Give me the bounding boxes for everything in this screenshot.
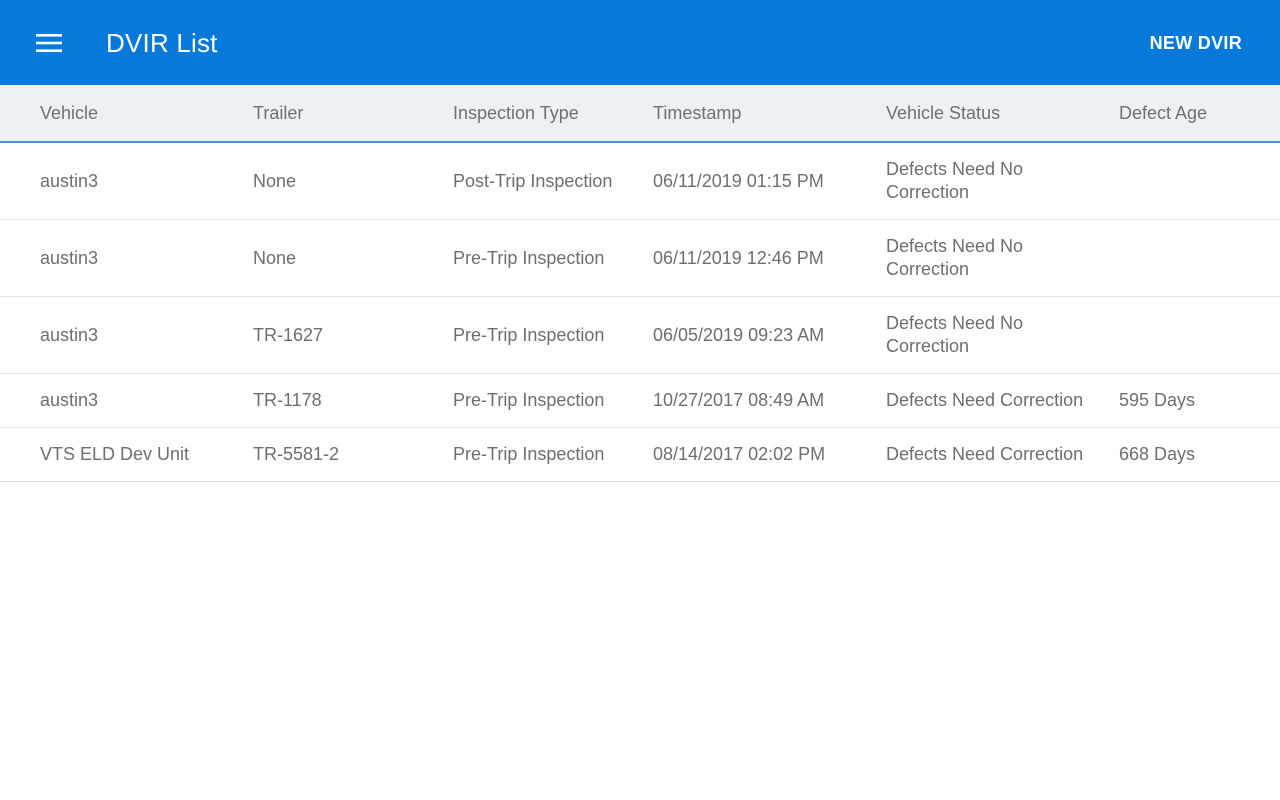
cell-inspection-type: Pre-Trip Inspection [453, 247, 605, 268]
cell-timestamp: 10/27/2017 08:49 AM [653, 390, 825, 410]
cell-trailer: TR-1178 [253, 390, 322, 410]
cell-trailer: None [253, 170, 297, 191]
cell-vehicle: austin3 [40, 170, 99, 191]
cell-trailer: TR-5581-2 [253, 444, 340, 464]
table-row[interactable]: austin3 None Post-Trip Inspection 06/11/… [0, 143, 1280, 220]
cell-vehicle: VTS ELD Dev Unit [40, 444, 190, 464]
cell-vehicle: austin3 [40, 324, 99, 345]
cell-timestamp: 06/11/2019 12:46 PM [653, 247, 824, 268]
cell-timestamp: 06/05/2019 09:23 AM [653, 324, 825, 345]
cell-inspection-type: Pre-Trip Inspection [453, 390, 605, 410]
table-row[interactable]: austin3 TR-1627 Pre-Trip Inspection 06/0… [0, 297, 1280, 374]
cell-vehicle: austin3 [40, 390, 99, 410]
cell-vehicle: austin3 [40, 247, 99, 268]
table-row[interactable]: VTS ELD Dev Unit TR-5581-2 Pre-Trip Insp… [0, 428, 1280, 482]
column-header-trailer[interactable]: Trailer [253, 85, 443, 141]
cell-vehicle-status: Defects Need No Correction [886, 236, 1024, 279]
cell-timestamp: 06/11/2019 01:15 PM [653, 170, 824, 191]
cell-vehicle-status: Defects Need No Correction [886, 159, 1024, 202]
page-title: DVIR List [106, 28, 218, 58]
column-header-vehicle[interactable]: Vehicle [40, 85, 240, 141]
cell-trailer: TR-1627 [253, 324, 324, 345]
column-header-vehicle-status[interactable]: Vehicle Status [886, 85, 1111, 141]
table-row[interactable]: austin3 None Pre-Trip Inspection 06/11/2… [0, 220, 1280, 297]
dvir-table: Vehicle Trailer Inspection Type Timestam… [0, 85, 1280, 482]
cell-inspection-type: Pre-Trip Inspection [453, 444, 605, 464]
cell-inspection-type: Post-Trip Inspection [453, 170, 613, 191]
app-bar: DVIR List NEW DVIR [0, 0, 1280, 85]
cell-vehicle-status: Defects Need Correction [886, 444, 1084, 464]
cell-defect-age [1119, 220, 1269, 296]
table-header: Vehicle Trailer Inspection Type Timestam… [0, 85, 1280, 143]
table-row[interactable]: austin3 TR-1178 Pre-Trip Inspection 10/2… [0, 374, 1280, 428]
column-header-inspection-type[interactable]: Inspection Type [453, 85, 648, 141]
cell-defect-age: 668 Days [1119, 444, 1196, 464]
hamburger-menu-icon [36, 34, 62, 52]
cell-inspection-type: Pre-Trip Inspection [453, 324, 605, 345]
new-dvir-button[interactable]: NEW DVIR [1150, 0, 1242, 85]
cell-timestamp: 08/14/2017 02:02 PM [653, 444, 826, 464]
menu-button[interactable] [26, 22, 72, 64]
column-header-timestamp[interactable]: Timestamp [653, 85, 878, 141]
cell-defect-age [1119, 297, 1269, 373]
column-header-defect-age[interactable]: Defect Age [1119, 85, 1269, 141]
cell-vehicle-status: Defects Need Correction [886, 390, 1084, 410]
cell-defect-age [1119, 143, 1269, 219]
cell-trailer: None [253, 247, 297, 268]
cell-defect-age: 595 Days [1119, 390, 1196, 410]
cell-vehicle-status: Defects Need No Correction [886, 313, 1024, 356]
